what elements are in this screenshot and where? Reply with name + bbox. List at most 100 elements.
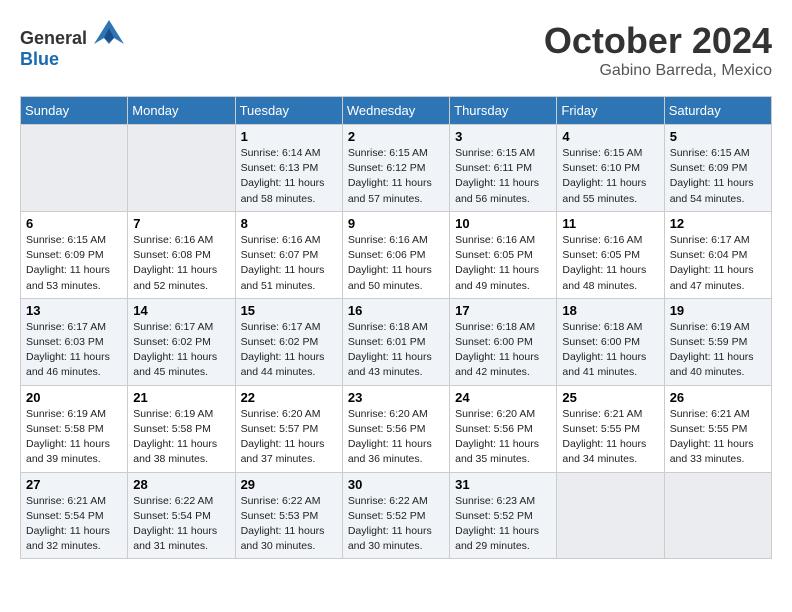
day-info: Sunrise: 6:20 AMSunset: 5:56 PMDaylight:…	[455, 407, 551, 468]
day-number: 2	[348, 129, 444, 144]
logo: General Blue	[20, 20, 124, 70]
calendar-cell	[664, 472, 771, 559]
weekday-header-friday: Friday	[557, 97, 664, 125]
day-number: 27	[26, 477, 122, 492]
day-number: 20	[26, 390, 122, 405]
location-title: Gabino Barreda, Mexico	[544, 62, 772, 80]
calendar-week-row: 6 Sunrise: 6:15 AMSunset: 6:09 PMDaylight…	[21, 211, 772, 298]
day-info: Sunrise: 6:15 AMSunset: 6:09 PMDaylight:…	[670, 146, 766, 207]
day-info: Sunrise: 6:21 AMSunset: 5:55 PMDaylight:…	[670, 407, 766, 468]
calendar-cell	[128, 125, 235, 212]
calendar-cell: 22 Sunrise: 6:20 AMSunset: 5:57 PMDayligh…	[235, 385, 342, 472]
calendar-cell: 19Sunrise: 6:19 AMSunset: 5:59 PMDayligh…	[664, 298, 771, 385]
calendar-cell: 20Sunrise: 6:19 AMSunset: 5:58 PMDayligh…	[21, 385, 128, 472]
calendar-cell: 11 Sunrise: 6:16 AMSunset: 6:05 PMDayligh…	[557, 211, 664, 298]
day-info: Sunrise: 6:22 AMSunset: 5:53 PMDaylight:…	[241, 494, 337, 555]
calendar-cell: 21 Sunrise: 6:19 AMSunset: 5:58 PMDayligh…	[128, 385, 235, 472]
day-info: Sunrise: 6:21 AMSunset: 5:55 PMDaylight:…	[562, 407, 658, 468]
calendar-cell: 27 Sunrise: 6:21 AMSunset: 5:54 PMDayligh…	[21, 472, 128, 559]
logo-wordmark: General Blue	[20, 20, 124, 70]
day-info: Sunrise: 6:21 AMSunset: 5:54 PMDaylight:…	[26, 494, 122, 555]
day-number: 16	[348, 303, 444, 318]
day-number: 22	[241, 390, 337, 405]
weekday-header-monday: Monday	[128, 97, 235, 125]
day-number: 10	[455, 216, 551, 231]
calendar-cell: 1Sunrise: 6:14 AMSunset: 6:13 PMDaylight…	[235, 125, 342, 212]
day-number: 19	[670, 303, 766, 318]
calendar-cell: 2 Sunrise: 6:15 AMSunset: 6:12 PMDaylight…	[342, 125, 449, 212]
day-number: 15	[241, 303, 337, 318]
month-title: October 2024	[544, 20, 772, 62]
calendar-cell: 17 Sunrise: 6:18 AMSunset: 6:00 PMDayligh…	[450, 298, 557, 385]
calendar-header-row: SundayMondayTuesdayWednesdayThursdayFrid…	[21, 97, 772, 125]
day-info: Sunrise: 6:15 AMSunset: 6:11 PMDaylight:…	[455, 146, 551, 207]
day-info: Sunrise: 6:16 AMSunset: 6:07 PMDaylight:…	[241, 233, 337, 294]
day-number: 23	[348, 390, 444, 405]
logo-general-text: General	[20, 28, 87, 48]
calendar-cell: 14Sunrise: 6:17 AMSunset: 6:02 PMDayligh…	[128, 298, 235, 385]
day-number: 12	[670, 216, 766, 231]
day-number: 28	[133, 477, 229, 492]
day-info: Sunrise: 6:23 AMSunset: 5:52 PMDaylight:…	[455, 494, 551, 555]
calendar-cell	[557, 472, 664, 559]
calendar-cell: 8 Sunrise: 6:16 AMSunset: 6:07 PMDaylight…	[235, 211, 342, 298]
logo-bird-icon	[94, 20, 124, 44]
page-header: General Blue October 2024 Gabino Barreda…	[20, 20, 772, 80]
day-info: Sunrise: 6:16 AMSunset: 6:08 PMDaylight:…	[133, 233, 229, 294]
calendar-cell: 25 Sunrise: 6:21 AMSunset: 5:55 PMDayligh…	[557, 385, 664, 472]
day-number: 17	[455, 303, 551, 318]
weekday-header-saturday: Saturday	[664, 97, 771, 125]
day-info: Sunrise: 6:16 AMSunset: 6:05 PMDaylight:…	[562, 233, 658, 294]
weekday-header-sunday: Sunday	[21, 97, 128, 125]
day-info: Sunrise: 6:16 AMSunset: 6:05 PMDaylight:…	[455, 233, 551, 294]
day-info: Sunrise: 6:18 AMSunset: 6:00 PMDaylight:…	[562, 320, 658, 381]
day-number: 13	[26, 303, 122, 318]
day-number: 4	[562, 129, 658, 144]
day-number: 31	[455, 477, 551, 492]
day-info: Sunrise: 6:17 AMSunset: 6:03 PMDaylight:…	[26, 320, 122, 381]
day-number: 6	[26, 216, 122, 231]
calendar-cell: 18 Sunrise: 6:18 AMSunset: 6:00 PMDayligh…	[557, 298, 664, 385]
day-number: 21	[133, 390, 229, 405]
day-number: 3	[455, 129, 551, 144]
calendar-cell: 16 Sunrise: 6:18 AMSunset: 6:01 PMDayligh…	[342, 298, 449, 385]
calendar-table: SundayMondayTuesdayWednesdayThursdayFrid…	[20, 96, 772, 559]
calendar-cell: 6 Sunrise: 6:15 AMSunset: 6:09 PMDaylight…	[21, 211, 128, 298]
day-info: Sunrise: 6:15 AMSunset: 6:09 PMDaylight:…	[26, 233, 122, 294]
day-info: Sunrise: 6:17 AMSunset: 6:02 PMDaylight:…	[241, 320, 337, 381]
day-info: Sunrise: 6:15 AMSunset: 6:12 PMDaylight:…	[348, 146, 444, 207]
day-info: Sunrise: 6:16 AMSunset: 6:06 PMDaylight:…	[348, 233, 444, 294]
day-number: 14	[133, 303, 229, 318]
day-number: 7	[133, 216, 229, 231]
day-number: 25	[562, 390, 658, 405]
calendar-cell: 4 Sunrise: 6:15 AMSunset: 6:10 PMDaylight…	[557, 125, 664, 212]
weekday-header-tuesday: Tuesday	[235, 97, 342, 125]
day-number: 11	[562, 216, 658, 231]
day-number: 18	[562, 303, 658, 318]
calendar-cell: 26 Sunrise: 6:21 AMSunset: 5:55 PMDayligh…	[664, 385, 771, 472]
calendar-cell	[21, 125, 128, 212]
day-number: 8	[241, 216, 337, 231]
weekday-header-thursday: Thursday	[450, 97, 557, 125]
day-info: Sunrise: 6:18 AMSunset: 6:00 PMDaylight:…	[455, 320, 551, 381]
calendar-week-row: 27 Sunrise: 6:21 AMSunset: 5:54 PMDayligh…	[21, 472, 772, 559]
calendar-cell: 29 Sunrise: 6:22 AMSunset: 5:53 PMDayligh…	[235, 472, 342, 559]
day-info: Sunrise: 6:22 AMSunset: 5:52 PMDaylight:…	[348, 494, 444, 555]
calendar-cell: 15 Sunrise: 6:17 AMSunset: 6:02 PMDayligh…	[235, 298, 342, 385]
calendar-cell: 10 Sunrise: 6:16 AMSunset: 6:05 PMDayligh…	[450, 211, 557, 298]
calendar-cell: 12 Sunrise: 6:17 AMSunset: 6:04 PMDayligh…	[664, 211, 771, 298]
day-info: Sunrise: 6:17 AMSunset: 6:04 PMDaylight:…	[670, 233, 766, 294]
day-number: 1	[241, 129, 337, 144]
day-info: Sunrise: 6:19 AMSunset: 5:58 PMDaylight:…	[133, 407, 229, 468]
day-info: Sunrise: 6:22 AMSunset: 5:54 PMDaylight:…	[133, 494, 229, 555]
day-number: 29	[241, 477, 337, 492]
day-info: Sunrise: 6:15 AMSunset: 6:10 PMDaylight:…	[562, 146, 658, 207]
day-info: Sunrise: 6:18 AMSunset: 6:01 PMDaylight:…	[348, 320, 444, 381]
title-block: October 2024 Gabino Barreda, Mexico	[544, 20, 772, 80]
day-number: 5	[670, 129, 766, 144]
day-number: 26	[670, 390, 766, 405]
day-info: Sunrise: 6:20 AMSunset: 5:57 PMDaylight:…	[241, 407, 337, 468]
weekday-header-wednesday: Wednesday	[342, 97, 449, 125]
calendar-week-row: 1Sunrise: 6:14 AMSunset: 6:13 PMDaylight…	[21, 125, 772, 212]
calendar-week-row: 13 Sunrise: 6:17 AMSunset: 6:03 PMDayligh…	[21, 298, 772, 385]
